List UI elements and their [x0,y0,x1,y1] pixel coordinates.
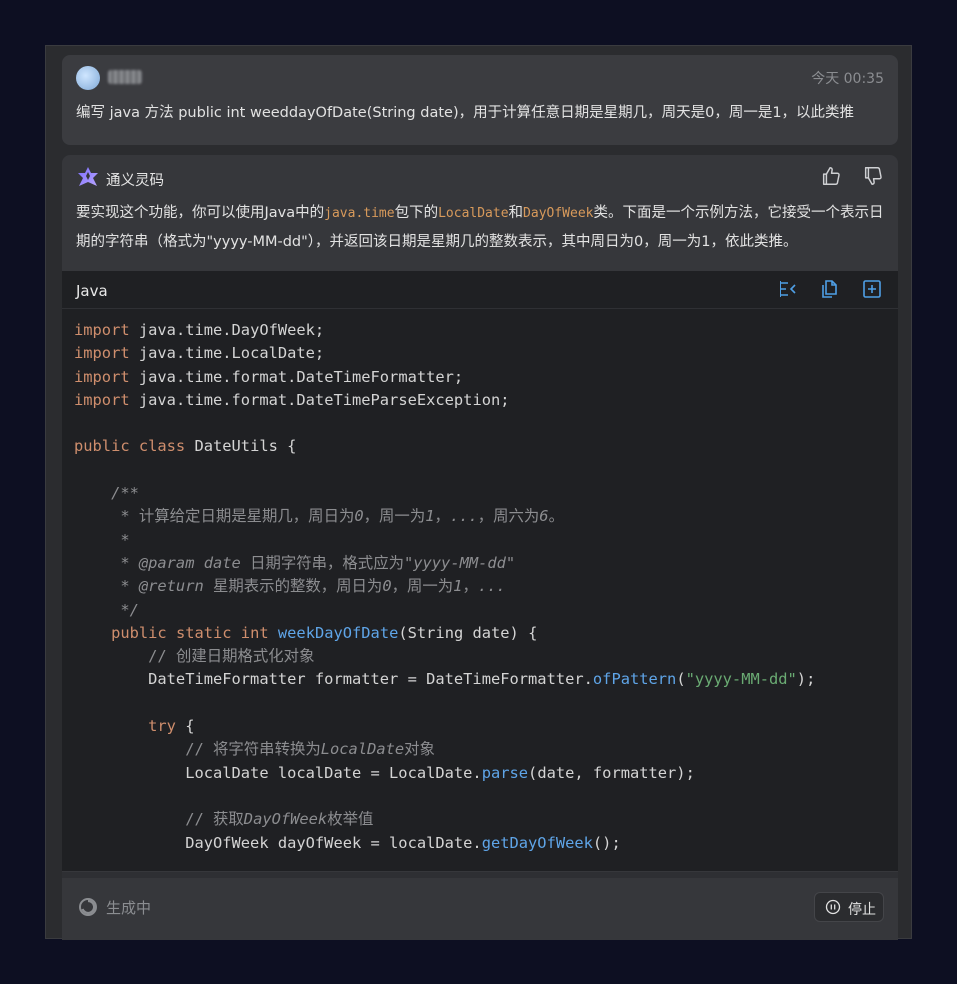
user-message-text: 编写 java 方法 public int weeddayOfDate(Stri… [76,105,855,121]
user-message-card: 今天 00:35 编写 java 方法 public int weeddayOf… [62,55,898,145]
intro-text-2: 包下的 [394,205,439,221]
assistant-message-card: 通义灵码 要实现这个功能，你可以使用Java中的java.time包下的Loca… [62,155,898,938]
tongyi-logo-icon [78,167,98,186]
stop-label: 停止 [848,902,876,918]
inline-code-java-time: java.time [324,206,395,221]
generating-status: 生成中 [106,899,152,917]
code-content: import java.time.DayOfWeek; import java.… [74,321,816,852]
new-file-icon[interactable] [862,279,882,299]
code-language-label: Java [76,282,108,300]
intro-text-1: 要实现这个功能，你可以使用Java中的 [76,205,325,221]
message-time: 今天 00:35 [811,71,884,87]
inline-code-dayofweek: DayOfWeek [523,206,594,221]
code-block: Java import java.time.DayOfWeek; import … [62,271,898,871]
intro-text-3: 和 [508,205,524,221]
inline-code-localdate: LocalDate [438,206,509,221]
insert-icon[interactable] [778,279,798,299]
chat-window: 今天 00:35 编写 java 方法 public int weeddayOf… [46,46,911,940]
user-avatar [76,66,100,90]
thumbs-down-icon[interactable] [862,165,884,187]
generation-footer: 生成中 停止 [62,872,898,940]
code-block-header: Java [62,271,898,309]
user-name-blurred [108,70,142,84]
stop-icon [825,899,841,915]
assistant-intro-text: 要实现这个功能，你可以使用Java中的java.time包下的LocalDate… [76,199,892,256]
stop-button[interactable]: 停止 [814,892,884,922]
assistant-name: 通义灵码 [106,173,164,189]
spinner-icon [79,898,97,916]
copy-icon[interactable] [820,279,840,299]
thumbs-up-icon[interactable] [820,165,842,187]
